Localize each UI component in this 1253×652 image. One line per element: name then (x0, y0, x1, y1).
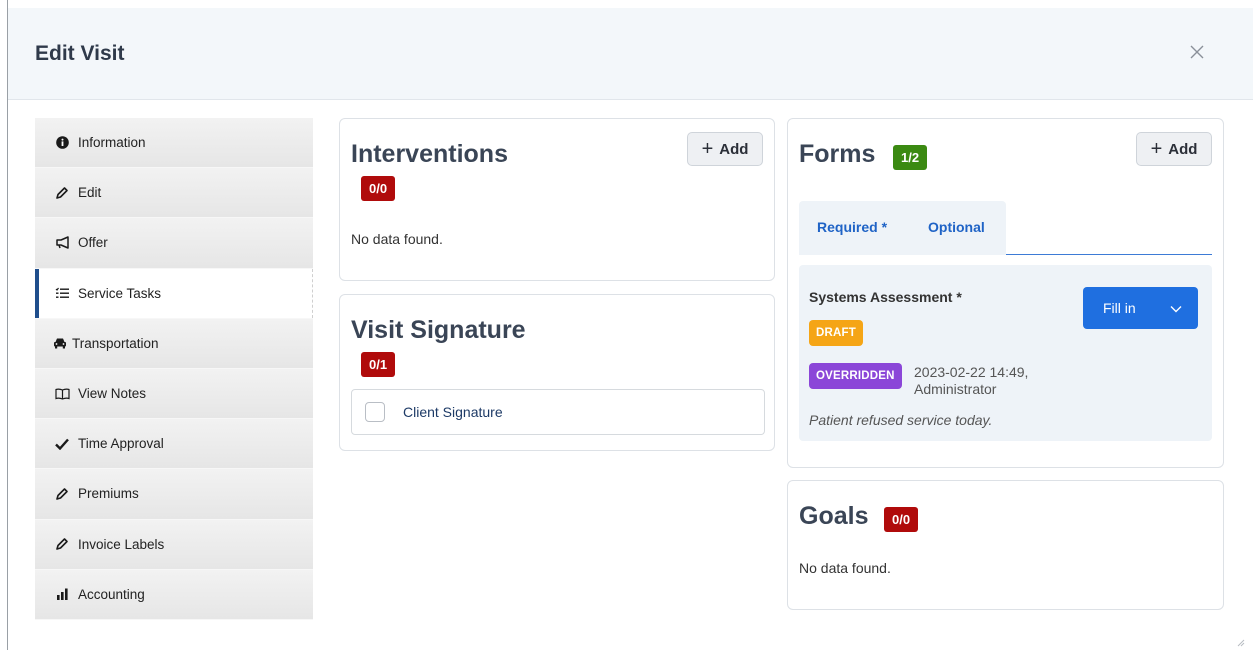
window-top-edge (0, 0, 1253, 8)
interventions-title: Interventions (351, 140, 508, 168)
modal-header: Edit Visit (8, 8, 1253, 100)
megaphone-icon (54, 235, 70, 251)
interventions-empty-text: No data found. (351, 231, 443, 247)
fill-in-button[interactable]: Fill in (1083, 287, 1198, 329)
sidebar-item-label: View Notes (78, 386, 147, 402)
draft-status-badge: DRAFT (809, 320, 863, 346)
plus-icon: + (701, 138, 714, 160)
car-icon (52, 335, 68, 351)
forms-title: Forms (799, 140, 876, 168)
close-icon[interactable] (1183, 38, 1211, 66)
sidebar-nav: Information Edit Offer Service Tasks Tra… (35, 118, 313, 620)
chevron-down-icon[interactable] (1170, 300, 1182, 316)
goals-count-badge: 0/0 (884, 507, 919, 532)
sidebar-item-label: Edit (78, 185, 102, 201)
form-note: Patient refused service today. (809, 412, 993, 428)
sidebar-item-offer[interactable]: Offer (35, 218, 313, 269)
client-signature-checkbox[interactable] (365, 402, 385, 422)
modal-title: Edit Visit (35, 42, 125, 65)
bar-chart-icon (54, 586, 70, 602)
goals-title: Goals (799, 502, 869, 530)
visit-signature-count-badge: 0/1 (361, 352, 396, 377)
info-circle-icon (54, 135, 70, 151)
form-item-card: Systems Assessment * Fill in DRAFT OVERR… (799, 265, 1212, 441)
pencil-icon (54, 486, 70, 502)
form-name: Systems Assessment * (809, 289, 962, 305)
sidebar-item-transportation[interactable]: Transportation (35, 318, 313, 369)
sidebar-item-label: Accounting (78, 586, 145, 602)
add-button-label: Add (1168, 140, 1198, 158)
visit-signature-card: Visit Signature 0/1 Client Signature (339, 294, 775, 451)
tab-required[interactable]: Required * (817, 219, 887, 235)
task-list-icon (54, 285, 70, 301)
override-by: Administrator (914, 381, 997, 397)
sidebar-item-invoice-labels[interactable]: Invoice Labels (35, 519, 313, 570)
visit-signature-title: Visit Signature (351, 316, 526, 344)
pencil-icon (54, 185, 70, 201)
plus-icon: + (1150, 138, 1163, 160)
sidebar-item-label: Offer (78, 235, 108, 251)
interventions-count-badge: 0/0 (361, 176, 396, 201)
sidebar-item-view-notes[interactable]: View Notes (35, 368, 313, 420)
sidebar-item-label: Time Approval (78, 436, 164, 452)
sidebar-item-label: Invoice Labels (78, 536, 165, 552)
sidebar-item-label: Service Tasks (78, 285, 162, 301)
goals-empty-text: No data found. (799, 560, 891, 576)
client-signature-label: Client Signature (403, 404, 503, 420)
sidebar-item-time-approval[interactable]: Time Approval (35, 419, 313, 470)
forms-card: Forms 1/2 + Add Required * Optional Syst… (787, 118, 1224, 468)
sidebar-item-accounting[interactable]: Accounting (35, 569, 313, 620)
add-button-label: Add (719, 140, 749, 158)
override-meta: 2023-02-22 14:49, Administrator (914, 364, 1028, 398)
client-signature-row[interactable]: Client Signature (351, 389, 765, 435)
sidebar-item-service-tasks[interactable]: Service Tasks (35, 268, 313, 319)
fill-in-label: Fill in (1103, 300, 1136, 316)
override-date: 2023-02-22 14:49, (914, 364, 1029, 380)
sidebar-item-edit[interactable]: Edit (35, 168, 313, 219)
tab-optional[interactable]: Optional (928, 219, 985, 235)
goals-card: Goals 0/0 No data found. (787, 480, 1224, 610)
overridden-badge: OVERRIDDEN (809, 363, 902, 389)
sidebar-item-information[interactable]: Information (35, 118, 313, 169)
pencil-icon (54, 536, 70, 552)
forms-count-badge: 1/2 (893, 145, 928, 170)
checkmark-icon (54, 436, 70, 452)
forms-tabs-bar: Required * Optional (799, 201, 1006, 255)
resize-handle-icon[interactable] (1235, 634, 1245, 647)
sidebar-item-label: Information (78, 135, 146, 151)
interventions-card: Interventions + Add 0/0 No data found. (339, 118, 775, 281)
sidebar-item-label: Premiums (78, 486, 139, 502)
book-icon (54, 386, 70, 402)
add-form-button[interactable]: + Add (1136, 132, 1212, 166)
sidebar-item-label: Transportation (72, 335, 159, 351)
forms-tabs: Required * Optional (799, 201, 1212, 255)
add-intervention-button[interactable]: + Add (687, 132, 763, 166)
sidebar-item-premiums[interactable]: Premiums (35, 469, 313, 520)
